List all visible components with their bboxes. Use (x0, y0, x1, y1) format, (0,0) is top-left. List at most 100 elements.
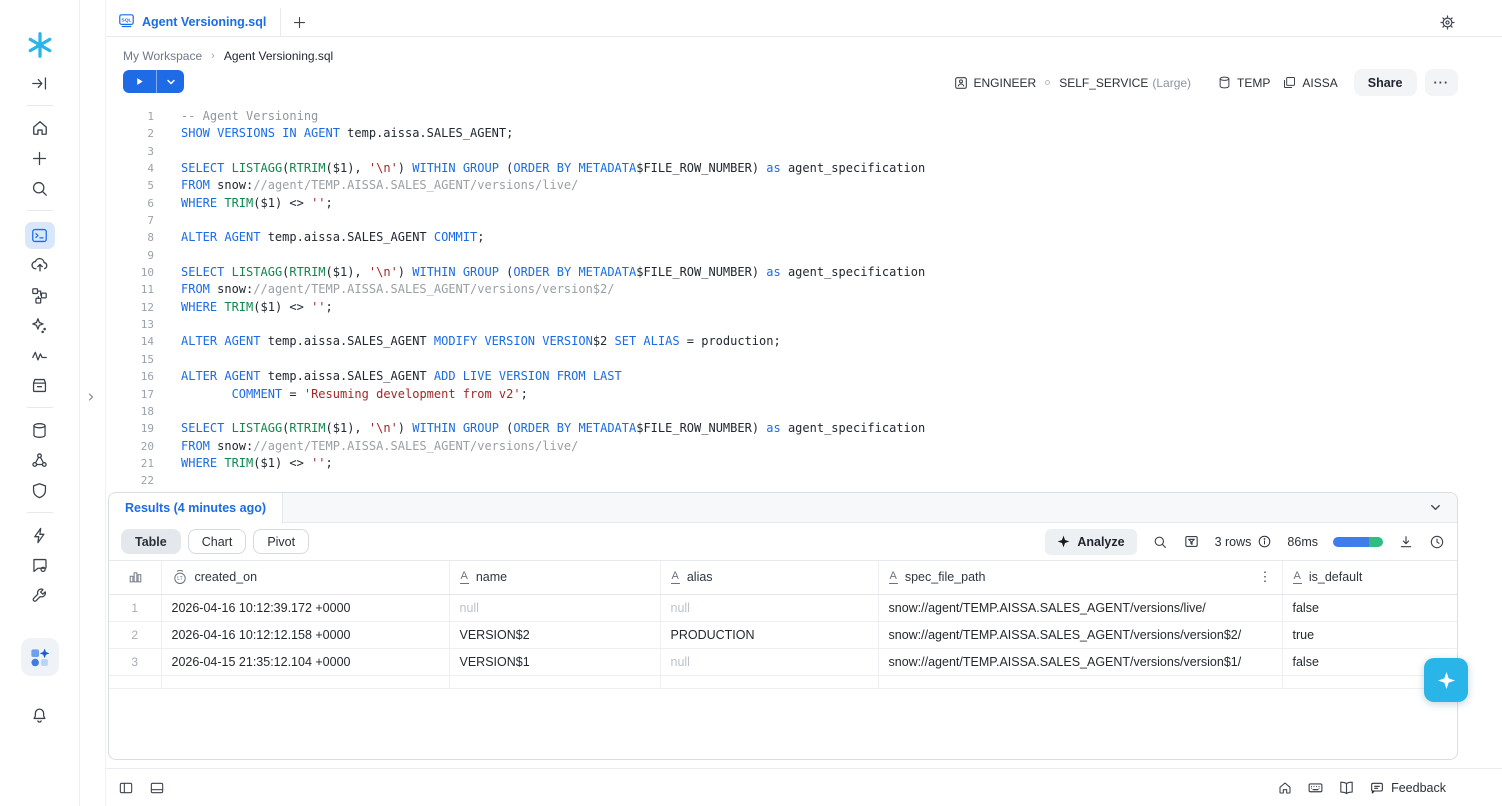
code-editor[interactable]: 1-- Agent Versioning2SHOW VERSIONS IN AG… (106, 108, 1500, 492)
row-number-header[interactable] (109, 561, 161, 594)
code-line[interactable]: 22 (106, 472, 1500, 489)
cell-created_on[interactable]: 2026-04-16 10:12:12.158 +0000 (161, 621, 449, 648)
results-tab[interactable]: Results (4 minutes ago) (109, 493, 283, 523)
database-selector[interactable]: TEMP (1237, 76, 1270, 90)
code-line[interactable]: 14ALTER AGENT temp.aissa.SALES_AGENT MOD… (106, 333, 1500, 350)
schema-selector[interactable]: AISSA (1302, 76, 1337, 90)
plus-icon (292, 15, 307, 30)
sidebar-item-marketplace[interactable] (25, 374, 55, 396)
code-line[interactable]: 12WHERE TRIM($1) <> ''; (106, 299, 1500, 316)
table-row[interactable]: 32026-04-15 21:35:12.104 +0000VERSION$1n… (109, 648, 1457, 675)
cell-created_on[interactable]: 2026-04-16 10:12:39.172 +0000 (161, 594, 449, 621)
sidebar-item-snowflake-logo[interactable] (25, 28, 55, 62)
code-line[interactable]: 8ALTER AGENT temp.aissa.SALES_AGENT COMM… (106, 229, 1500, 246)
collapse-results-button[interactable] (1428, 500, 1443, 515)
code-line[interactable]: 6WHERE TRIM($1) <> ''; (106, 195, 1500, 212)
column-header-alias[interactable]: Aalias (660, 561, 878, 594)
home-shortcut-button[interactable] (1277, 780, 1293, 796)
code-line[interactable]: 13 (106, 316, 1500, 333)
query-history-button[interactable] (1429, 534, 1445, 550)
search-results-button[interactable] (1152, 534, 1168, 550)
analyze-button[interactable]: Analyze (1045, 529, 1136, 555)
code-line[interactable]: 1-- Agent Versioning (106, 108, 1500, 125)
panel-expand-handle[interactable] (85, 390, 97, 409)
cell-spec_file_path[interactable]: snow://agent/TEMP.AISSA.SALES_AGENT/vers… (878, 594, 1282, 621)
code-line[interactable]: 15 (106, 351, 1500, 368)
code-line[interactable]: 10SELECT LISTAGG(RTRIM($1), '\n') WITHIN… (106, 264, 1500, 281)
results-table[interactable]: LTcreated_onAnameAaliasAspec_file_path⋮A… (109, 561, 1457, 689)
code-line[interactable]: 11FROM snow://agent/TEMP.AISSA.SALES_AGE… (106, 281, 1500, 298)
new-tab-button[interactable] (281, 8, 317, 37)
cell-created_on[interactable]: 2026-04-15 21:35:12.104 +0000 (161, 648, 449, 675)
line-number: 4 (106, 160, 154, 177)
sidebar-item-data[interactable] (25, 419, 55, 441)
sidebar-item-monitoring[interactable] (25, 344, 55, 366)
sidebar-item-create-new[interactable] (25, 147, 55, 169)
feedback-button[interactable]: Feedback (1369, 780, 1446, 796)
role-selector[interactable]: ENGINEER (974, 76, 1037, 90)
cell-alias[interactable]: null (660, 648, 878, 675)
download-results-button[interactable] (1398, 534, 1414, 550)
sidebar-item-ai-ml[interactable] (25, 314, 55, 336)
cell-spec_file_path[interactable]: snow://agent/TEMP.AISSA.SALES_AGENT/vers… (878, 621, 1282, 648)
cell-spec_file_path[interactable]: snow://agent/TEMP.AISSA.SALES_AGENT/vers… (878, 648, 1282, 675)
toggle-left-panel-button[interactable] (118, 780, 134, 796)
more-options-button[interactable]: ··· (1425, 69, 1459, 96)
code-line[interactable]: 5FROM snow://agent/TEMP.AISSA.SALES_AGEN… (106, 177, 1500, 194)
copilot-button[interactable] (1424, 658, 1468, 702)
sidebar-item-search[interactable] (25, 177, 55, 199)
sidebar-item-worksheets[interactable] (25, 222, 55, 249)
code-line[interactable]: 17 COMMENT = 'Resuming development from … (106, 386, 1500, 403)
sidebar-item-admin-tools[interactable] (25, 584, 55, 606)
keyboard-shortcuts-button[interactable] (1307, 779, 1324, 796)
cell-alias[interactable]: null (660, 594, 878, 621)
sidebar-item-security[interactable] (25, 479, 55, 501)
code-line[interactable]: 20FROM snow://agent/TEMP.AISSA.SALES_AGE… (106, 438, 1500, 455)
documentation-button[interactable] (1338, 779, 1355, 796)
share-button[interactable]: Share (1354, 69, 1417, 96)
breadcrumb-workspace[interactable]: My Workspace (123, 49, 202, 63)
cell-is_default[interactable]: true (1282, 621, 1457, 648)
column-header-created_on[interactable]: LTcreated_on (161, 561, 449, 594)
cell-name[interactable]: VERSION$1 (449, 648, 660, 675)
table-row[interactable]: 12026-04-16 10:12:39.172 +0000nullnullsn… (109, 594, 1457, 621)
sidebar-item-collapse-sidebar[interactable] (25, 72, 55, 94)
sidebar-item-home[interactable] (25, 117, 55, 139)
cell-alias[interactable]: PRODUCTION (660, 621, 878, 648)
code-line[interactable]: 2SHOW VERSIONS IN AGENT temp.aissa.SALES… (106, 125, 1500, 142)
sidebar-item-data-loading[interactable] (25, 254, 55, 276)
cell-is_default[interactable]: false (1282, 594, 1457, 621)
column-menu-icon[interactable]: ⋮ (1259, 569, 1272, 585)
sidebar-item-pipelines[interactable] (25, 284, 55, 306)
code-line[interactable]: 21WHERE TRIM($1) <> ''; (106, 455, 1500, 472)
run-button[interactable] (123, 70, 156, 93)
cell-name[interactable]: VERSION$2 (449, 621, 660, 648)
sidebar-item-assistant-chat[interactable] (25, 554, 55, 576)
run-options-button[interactable] (156, 70, 184, 93)
warehouse-selector[interactable]: SELF_SERVICE (1059, 76, 1148, 90)
sidebar-item-apps-launcher[interactable] (21, 638, 59, 676)
code-line[interactable]: 19SELECT LISTAGG(RTRIM($1), '\n') WITHIN… (106, 420, 1500, 437)
column-header-is_default[interactable]: Ais_default (1282, 561, 1457, 594)
toggle-bottom-panel-button[interactable] (149, 780, 165, 796)
code-line[interactable]: 18 (106, 403, 1500, 420)
code-line[interactable]: 16ALTER AGENT temp.aissa.SALES_AGENT ADD… (106, 368, 1500, 385)
sidebar-item-automations[interactable] (25, 524, 55, 546)
code-line[interactable]: 4SELECT LISTAGG(RTRIM($1), '\n') WITHIN … (106, 160, 1500, 177)
view-chart-button[interactable]: Chart (188, 529, 247, 554)
filter-columns-button[interactable] (1183, 533, 1200, 550)
code-line[interactable]: 9 (106, 247, 1500, 264)
settings-gear-button[interactable] (1439, 14, 1456, 31)
text-type-icon: A (1293, 570, 1302, 584)
sidebar-item-governance[interactable] (25, 449, 55, 471)
table-row[interactable]: 22026-04-16 10:12:12.158 +0000VERSION$2P… (109, 621, 1457, 648)
code-line[interactable]: 7 (106, 212, 1500, 229)
column-header-spec_file_path[interactable]: Aspec_file_path⋮ (878, 561, 1282, 594)
cell-name[interactable]: null (449, 594, 660, 621)
code-line[interactable]: 3 (106, 143, 1500, 160)
column-header-name[interactable]: Aname (449, 561, 660, 594)
tab-agent-versioning[interactable]: SQL Agent Versioning.sql (106, 8, 281, 37)
view-pivot-button[interactable]: Pivot (253, 529, 309, 554)
view-table-button[interactable]: Table (121, 529, 181, 554)
sidebar-item-notifications[interactable] (25, 704, 55, 726)
